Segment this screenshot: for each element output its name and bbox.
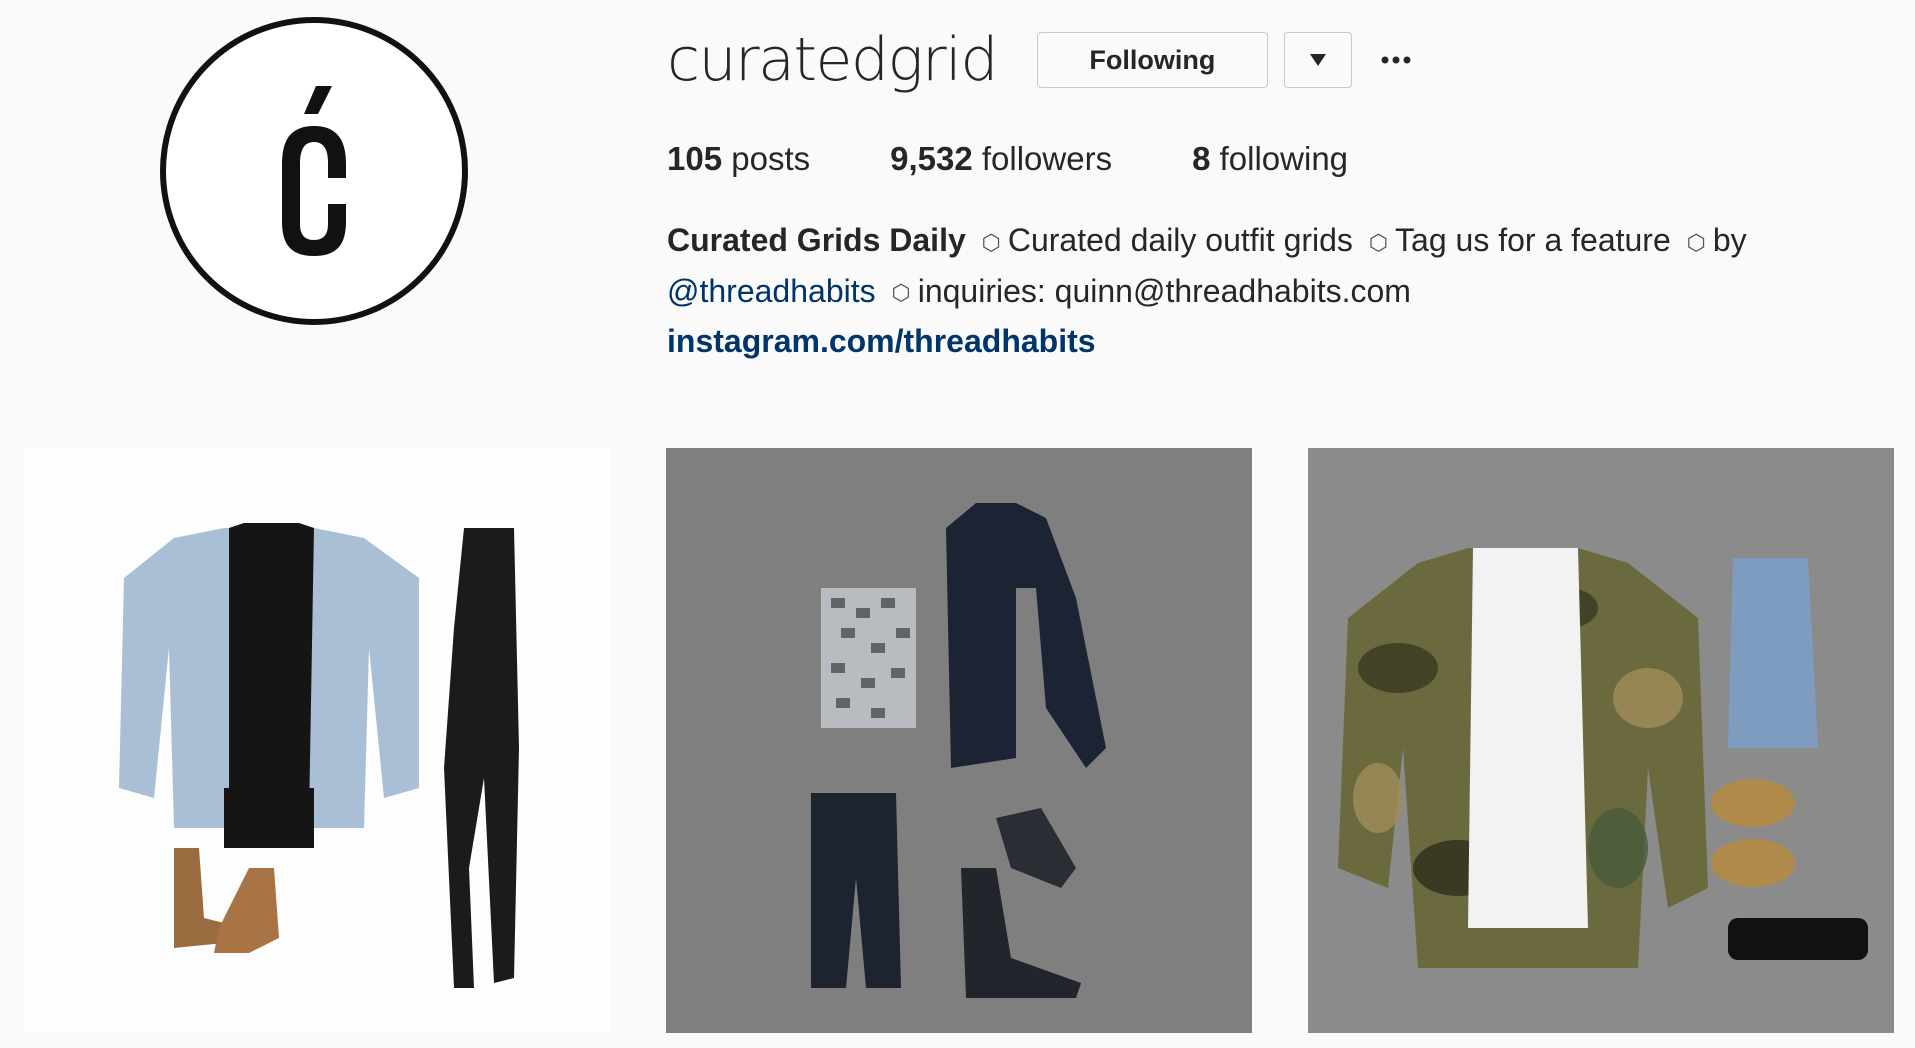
post-thumbnail[interactable] — [1308, 448, 1894, 1033]
profile-header: curatedgrid Following 105 posts 9,532 fo… — [667, 20, 1867, 365]
followers-stat[interactable]: 9,532 followers — [890, 140, 1112, 178]
posts-count: 105 — [667, 140, 723, 177]
bio-name: Curated Grids Daily — [667, 222, 966, 258]
username: curatedgrid — [667, 25, 998, 95]
bio-handle-link[interactable]: @threadhabits — [667, 273, 876, 309]
hexagon-icon: ⬡ — [1686, 229, 1706, 255]
ellipsis-icon — [1381, 56, 1411, 64]
more-options-button[interactable] — [1374, 32, 1418, 88]
bio-line-1: Curated Grids Daily ⬡ Curated daily outfi… — [667, 216, 1867, 267]
outfit-photo — [24, 448, 610, 1033]
followers-label: followers — [981, 140, 1113, 177]
bio-line-2: @threadhabits ⬡ inquiries: quinn@threadha… — [667, 267, 1867, 318]
profile-bio: Curated Grids Daily ⬡ Curated daily outfi… — [667, 216, 1867, 365]
hexagon-icon: ⬡ — [981, 229, 1001, 255]
post-thumbnail[interactable] — [24, 448, 610, 1033]
bio-part-1: Curated daily outfit grids — [1007, 222, 1353, 258]
profile-avatar[interactable] — [160, 17, 468, 325]
following-stat[interactable]: 8 following — [1192, 140, 1348, 178]
followers-count: 9,532 — [890, 140, 973, 177]
bio-inquiries: inquiries: quinn@threadhabits.com — [917, 272, 1411, 309]
posts-label: posts — [731, 140, 811, 177]
hexagon-icon: ⬡ — [891, 280, 911, 306]
outfit-photo — [1308, 448, 1894, 1033]
post-thumbnail[interactable] — [666, 448, 1252, 1033]
bio-part-3: by — [1712, 222, 1747, 258]
profile-top-row: curatedgrid Following — [667, 20, 1867, 100]
suggestions-dropdown-button[interactable] — [1283, 32, 1352, 88]
following-count: 8 — [1192, 140, 1211, 177]
profile-stats: 105 posts 9,532 followers 8 following — [667, 140, 1867, 178]
hexagon-icon: ⬡ — [1368, 229, 1389, 255]
bio-website-link[interactable]: instagram.com/threadhabits — [667, 317, 1867, 365]
outfit-photo — [666, 448, 1252, 1033]
posts-grid — [24, 448, 1894, 1033]
bio-part-2: Tag us for a feature — [1395, 222, 1671, 258]
following-label: following — [1219, 140, 1349, 177]
posts-stat: 105 posts — [667, 140, 810, 178]
following-button[interactable]: Following — [1036, 32, 1268, 88]
caret-down-icon — [1309, 54, 1326, 66]
curatedgrid-logo — [282, 86, 346, 256]
